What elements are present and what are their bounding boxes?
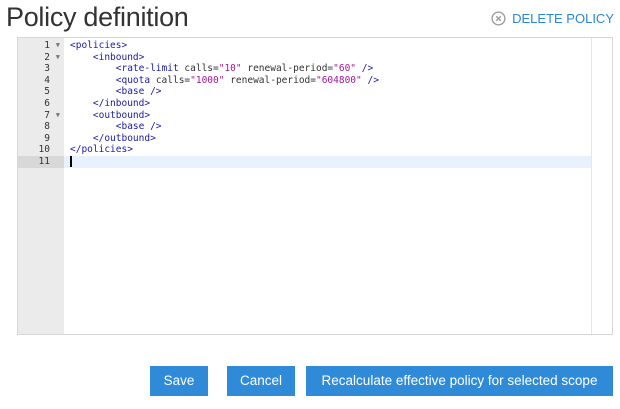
- fold-arrow-icon[interactable]: ▼: [56, 40, 60, 52]
- code-token: renewal-period=: [241, 63, 334, 75]
- code-token: calls=: [150, 74, 191, 86]
- line-number: 4: [18, 75, 64, 87]
- code-token: </policies>: [70, 144, 133, 156]
- line-number: 10: [18, 144, 64, 156]
- editor-scrollbar[interactable]: [591, 38, 612, 334]
- cancel-button[interactable]: Cancel: [227, 366, 295, 396]
- line-number-gutter: 1 ▼ 2 ▼ 3 4 5 6 7 ▼ 8 9 10 11: [18, 38, 64, 334]
- code-token: calls=: [178, 63, 219, 75]
- line-number-text: 6: [44, 97, 50, 109]
- code-area[interactable]: <policies> <inbound> <rate-limit calls="…: [64, 38, 592, 334]
- line-number-text: 7: [44, 109, 50, 121]
- code-token: </inbound>: [92, 97, 151, 109]
- line-number-text: 11: [38, 155, 50, 167]
- line-number: 3: [18, 63, 64, 75]
- code-line[interactable]: <rate-limit calls="10" renewal-period="6…: [64, 63, 592, 75]
- code-line[interactable]: </policies>: [64, 144, 592, 156]
- delete-policy-label: DELETE POLICY: [512, 11, 614, 26]
- code-token: "60": [333, 63, 357, 75]
- text-cursor: [70, 155, 72, 167]
- code-line[interactable]: [64, 155, 592, 168]
- line-number: 9: [18, 133, 64, 145]
- code-token: <outbound>: [92, 109, 151, 121]
- policy-code-editor[interactable]: 1 ▼ 2 ▼ 3 4 5 6 7 ▼ 8 9 10 11 <policies> <inbound> <r…: [17, 37, 613, 335]
- code-line[interactable]: <policies>: [64, 40, 592, 52]
- line-number: 8: [18, 121, 64, 133]
- code-line[interactable]: <outbound>: [64, 110, 592, 122]
- code-token: renewal-period=: [224, 74, 316, 86]
- code-token: "10": [218, 63, 242, 75]
- code-line[interactable]: </outbound>: [64, 133, 592, 145]
- fold-arrow-icon[interactable]: ▼: [56, 52, 60, 64]
- code-token: <base />: [115, 121, 162, 133]
- code-token: <rate-limit: [115, 63, 179, 75]
- code-line[interactable]: </inbound>: [64, 98, 592, 110]
- code-token: <policies>: [70, 40, 128, 51]
- line-number-text: 1: [44, 40, 50, 51]
- line-number-text: 9: [44, 132, 50, 144]
- code-token: />: [361, 74, 379, 86]
- line-number-text: 4: [44, 74, 50, 86]
- code-token: "604800": [315, 74, 362, 86]
- line-number-text: 8: [44, 121, 50, 133]
- recalculate-policy-button[interactable]: Recalculate effective policy for selecte…: [306, 366, 613, 396]
- close-circle-icon: [491, 11, 506, 26]
- code-line[interactable]: <base />: [64, 121, 592, 133]
- code-line[interactable]: <base />: [64, 86, 592, 98]
- save-button[interactable]: Save: [150, 366, 208, 396]
- line-number: 11: [18, 155, 64, 168]
- code-token: </outbound>: [92, 132, 156, 144]
- line-number: 2 ▼: [18, 52, 64, 64]
- line-number: 6: [18, 98, 64, 110]
- code-token: <quota: [115, 74, 151, 86]
- line-number-text: 3: [44, 63, 50, 75]
- delete-policy-button[interactable]: DELETE POLICY: [491, 11, 614, 26]
- line-number: 7 ▼: [18, 110, 64, 122]
- page-title: Policy definition: [6, 2, 189, 32]
- line-number-text: 2: [44, 51, 50, 63]
- line-number: 1 ▼: [18, 40, 64, 52]
- line-number-text: 10: [38, 144, 50, 156]
- code-line[interactable]: <quota calls="1000" renewal-period="6048…: [64, 75, 592, 87]
- fold-arrow-icon[interactable]: ▼: [56, 110, 60, 122]
- code-token: "1000": [190, 74, 225, 86]
- code-token: <inbound>: [92, 51, 145, 63]
- code-token: />: [356, 63, 374, 75]
- line-number-text: 5: [44, 86, 50, 98]
- code-token: <base />: [115, 86, 162, 98]
- code-line[interactable]: <inbound>: [64, 52, 592, 64]
- line-number: 5: [18, 86, 64, 98]
